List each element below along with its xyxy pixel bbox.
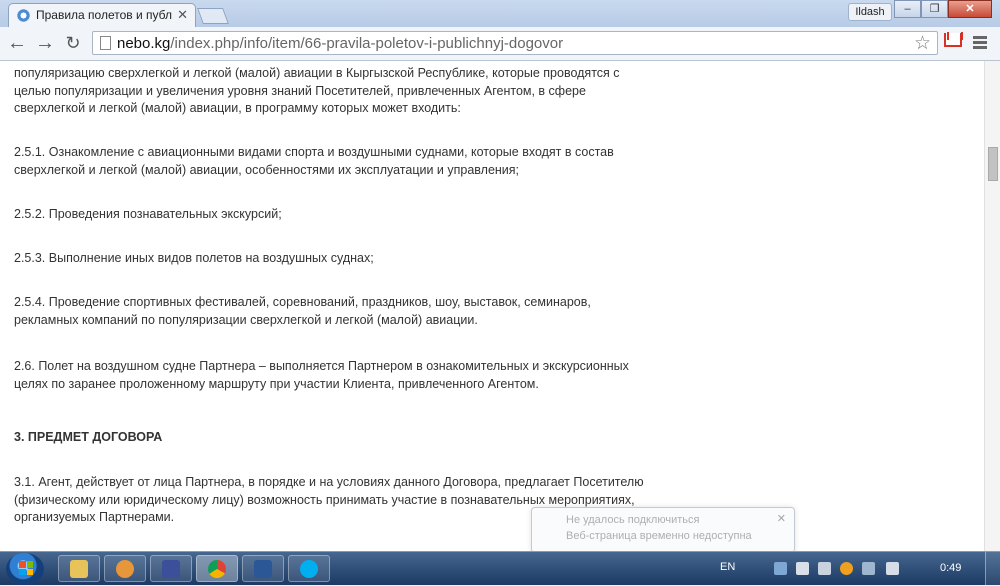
bookmark-star-icon[interactable]: ☆ [914,32,931,55]
paragraph-2-5-3: 2.5.3. Выполнение иных видов полетов на … [14,251,374,265]
signal-icon[interactable] [862,562,875,575]
start-button[interactable] [6,553,44,585]
notification-popup[interactable]: Не удалось подключиться Веб-страница вре… [531,507,795,553]
windows-taskbar: EN 0:49 [0,551,1000,586]
url-host: nebo.kg [117,35,171,52]
notification-text: Веб-страница временно недоступна [566,530,752,542]
tab-title: Правила полетов и публ [36,8,172,22]
update-icon[interactable] [840,562,853,575]
media-player-icon [116,559,134,578]
new-tab-button[interactable] [197,8,229,24]
word-icon [254,559,272,578]
taskbar-word[interactable] [242,555,284,582]
flag-icon[interactable] [886,562,899,575]
url-text[interactable]: nebo.kg/index.php/info/item/66-pravila-p… [117,35,563,52]
page-content: популяризацию сверхлегкой и легкой (мало… [0,61,984,551]
paragraph-2-5-2: 2.5.2. Проведения познавательных экскурс… [14,207,282,221]
address-bar[interactable]: nebo.kg/index.php/info/item/66-pravila-p… [92,31,938,55]
device-icon[interactable] [796,562,809,575]
minimize-button[interactable]: – [894,0,921,18]
window-title-bar: Правила полетов и публ ✕ Ildash – ❐ ✕ [0,0,1000,27]
taskbar-save-app[interactable] [150,555,192,582]
tab-close-icon[interactable]: ✕ [177,7,188,23]
taskbar-chrome[interactable] [196,555,238,582]
paragraph-2-5-4: 2.5.4. Проведение спортивных фестивалей,… [14,295,591,327]
profile-badge[interactable]: Ildash [848,3,892,21]
scrollbar-thumb[interactable] [988,147,998,181]
floppy-icon [162,559,180,578]
window-controls: – ❐ ✕ [894,0,992,18]
maximize-button[interactable]: ❐ [921,0,948,18]
browser-tab[interactable]: Правила полетов и публ ✕ [8,3,196,27]
show-desktop-button[interactable] [985,552,1000,586]
language-indicator[interactable]: EN [720,561,735,573]
chrome-icon [208,559,226,578]
url-path: /index.php/info/item/66-pravila-poletov-… [170,35,564,52]
paragraph-intro: популяризацию сверхлегкой и легкой (мало… [14,66,620,115]
network-share-icon[interactable] [774,562,787,575]
section-heading: 3. ПРЕДМЕТ ДОГОВОРА [14,430,163,444]
menu-icon[interactable] [973,36,987,51]
volume-icon[interactable] [818,562,831,575]
taskbar-media-player[interactable] [104,555,146,582]
clock[interactable]: 0:49 [940,562,961,574]
site-favicon-icon [17,9,30,22]
system-tray: EN 0:49 [710,552,1000,586]
forward-arrow-icon[interactable]: → [34,32,56,54]
close-window-button[interactable]: ✕ [948,0,992,18]
skype-icon [300,559,318,578]
notification-close-icon[interactable]: ✕ [777,512,786,525]
paragraph-2-6: 2.6. Полет на воздушном судне Партнера –… [14,359,629,391]
gmail-icon[interactable] [944,33,962,47]
reload-icon[interactable]: ↻ [62,32,84,54]
browser-toolbar: ← → ↻ nebo.kg/index.php/info/item/66-pra… [0,27,1000,61]
back-arrow-icon[interactable]: ← [6,32,28,54]
taskbar-skype[interactable] [288,555,330,582]
notification-title: Не удалось подключиться [566,514,700,526]
vertical-scrollbar[interactable] [984,61,1000,551]
paragraph-2-5-1: 2.5.1. Ознакомление с авиационными видам… [14,145,614,177]
folder-icon [70,559,88,578]
page-icon [100,36,111,50]
windows-logo-icon [19,561,33,575]
taskbar-explorer[interactable] [58,555,100,582]
